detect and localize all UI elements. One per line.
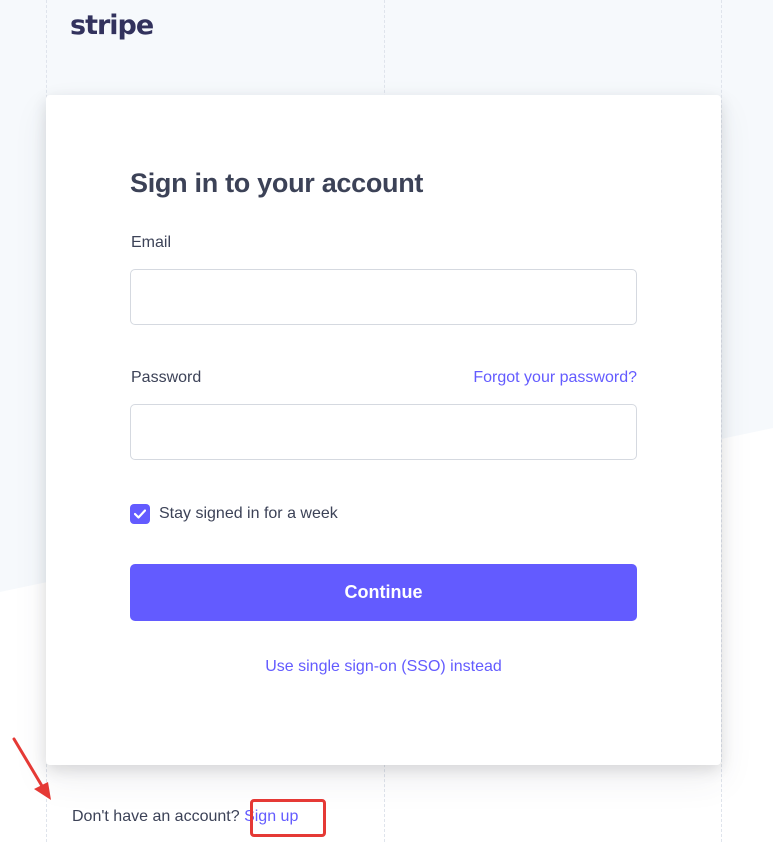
forgot-password-link[interactable]: Forgot your password?	[473, 369, 637, 387]
password-label: Password	[131, 369, 202, 386]
signup-prompt-text: Don't have an account?	[72, 808, 240, 825]
checkmark-icon	[134, 509, 146, 519]
email-field[interactable]	[130, 269, 637, 325]
page: stripe Sign in to your account Email Pas…	[0, 0, 773, 842]
signin-card: Sign in to your account Email Password F…	[46, 95, 721, 765]
stripe-logo[interactable]: stripe	[70, 10, 154, 41]
continue-button[interactable]: Continue	[130, 564, 637, 621]
stay-signed-in-row[interactable]: Stay signed in for a week	[130, 503, 338, 525]
stay-signed-in-checkbox[interactable]	[130, 504, 150, 524]
grid-guide-line	[721, 0, 722, 842]
arrow-icon	[12, 737, 51, 800]
page-title: Sign in to your account	[130, 168, 424, 198]
stay-signed-in-label: Stay signed in for a week	[159, 505, 338, 522]
signup-highlight-box	[250, 799, 326, 837]
sso-link[interactable]: Use single sign-on (SSO) instead	[130, 658, 637, 676]
email-label: Email	[131, 234, 172, 251]
password-field[interactable]	[130, 404, 637, 460]
